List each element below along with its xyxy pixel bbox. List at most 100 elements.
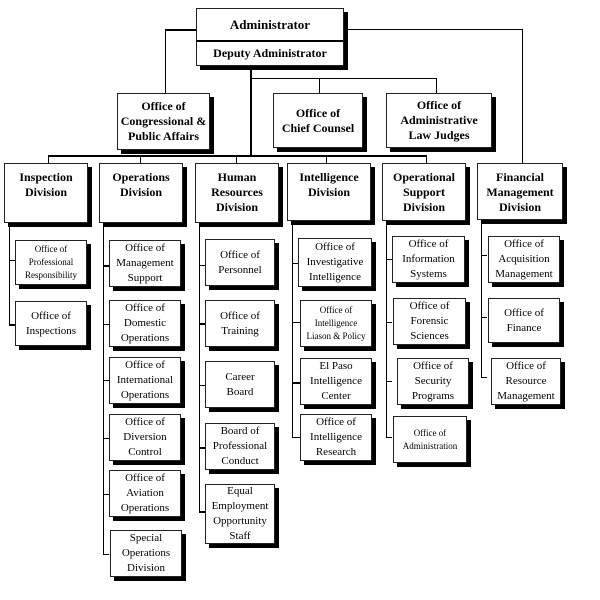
box-line: Intelligence: [309, 271, 361, 283]
office-security-programs[interactable]: Office of Security Programs: [397, 358, 469, 405]
box-line: Office of: [504, 238, 544, 250]
office-board-professional-conduct[interactable]: Board of Professional Conduct: [205, 423, 275, 470]
box-line: Control: [128, 446, 162, 458]
box-line: Operations: [120, 389, 170, 401]
box-line: Acquisition: [498, 253, 550, 265]
division-inspection[interactable]: Inspection Division: [4, 163, 88, 223]
office-inspections[interactable]: Office of Inspections: [15, 301, 87, 346]
box-line: Board of: [220, 425, 260, 437]
box-line: Security: [414, 375, 452, 387]
office-professional-responsibility[interactable]: Office of Professional Responsibility: [15, 240, 87, 285]
box-line: Financial: [495, 170, 544, 184]
office-international-operations[interactable]: Office of International Operations: [109, 357, 181, 404]
connector-line: [386, 322, 392, 323]
office-el-paso-intelligence-center[interactable]: El Paso Intelligence Center: [300, 358, 372, 405]
box-line: Equal: [227, 485, 253, 497]
box-line: Management: [116, 257, 174, 269]
office-special-operations-division[interactable]: Special Operations Division: [110, 530, 182, 577]
box-line: Support: [402, 185, 446, 199]
box-line: Conduct: [221, 455, 259, 467]
connector-line: [481, 317, 487, 318]
box-line: Operations: [120, 502, 170, 514]
office-resource-management[interactable]: Office of Resource Management: [491, 358, 561, 405]
staff-office-chief-counsel[interactable]: Office of Chief Counsel: [273, 93, 363, 148]
office-finance[interactable]: Office of Finance: [488, 298, 560, 343]
deputy-administrator-box[interactable]: Deputy Administrator: [196, 42, 344, 66]
office-career-board[interactable]: Career Board: [205, 361, 275, 408]
box-line: Office of: [220, 248, 260, 261]
box-line: Office of: [504, 306, 544, 319]
office-training[interactable]: Office of Training: [205, 300, 275, 347]
box-line: Support: [127, 272, 163, 284]
box-line: Chief Counsel: [281, 120, 355, 135]
office-investigative-intelligence[interactable]: Office of Investigative Intelligence: [298, 238, 372, 287]
box-line: Operations: [112, 170, 170, 184]
office-intelligence-research[interactable]: Office of Intelligence Research: [300, 414, 372, 461]
connector-line: [236, 155, 237, 163]
box-line: Special: [129, 532, 163, 544]
office-acquisition-management[interactable]: Office of Acquisition Management: [488, 236, 560, 283]
box-line: Office of: [413, 427, 447, 438]
office-domestic-operations[interactable]: Office of Domestic Operations: [109, 300, 181, 347]
box-line: Office of: [315, 241, 355, 253]
box-line: Operations: [120, 332, 170, 344]
box-line: Office of: [295, 105, 341, 120]
connector-line: [319, 78, 320, 93]
box-line: Forensic: [410, 315, 449, 327]
connector-line: [165, 29, 166, 93]
box-line: Office of: [125, 359, 165, 371]
office-information-systems[interactable]: Office of Information Systems: [392, 236, 465, 283]
box-line: Liason & Policy: [306, 331, 366, 341]
box-line: Operational: [393, 170, 455, 184]
office-administration[interactable]: Office of Administration: [393, 416, 467, 463]
box-line: Management: [495, 268, 553, 280]
connector-line: [326, 155, 327, 163]
box-line: Intelligence: [310, 431, 362, 443]
division-human-resources[interactable]: Human Resources Division: [195, 163, 279, 223]
office-personnel[interactable]: Office of Personnel: [205, 239, 275, 286]
office-intelligence-liason-policy[interactable]: Office of Intelligence Liason & Policy: [300, 300, 372, 347]
box-line: Finance: [506, 321, 542, 334]
staff-office-congressional-public-affairs[interactable]: Office of Congressional & Public Affairs: [117, 93, 210, 150]
office-equal-employment-opportunity-staff[interactable]: Equal Employment Opportunity Staff: [205, 484, 275, 544]
box-line: Public Affairs: [128, 129, 199, 143]
connector-line: [481, 255, 487, 256]
box-line: Responsibility: [24, 270, 77, 280]
division-operational-support[interactable]: Operational Support Division: [382, 163, 466, 221]
box-line: Division: [307, 185, 350, 199]
box-line: Office of: [125, 242, 165, 254]
box-line: Operations: [121, 547, 171, 559]
box-line: Staff: [229, 530, 251, 542]
division-financial-management[interactable]: Financial Management Division: [477, 163, 563, 220]
staff-office-administrative-law-judges[interactable]: Office of Administrative Law Judges: [386, 93, 492, 148]
box-line: Personnel: [218, 263, 262, 276]
box-line: Sciences: [410, 330, 449, 342]
box-line: Office of: [413, 360, 453, 372]
office-aviation-operations[interactable]: Office of Aviation Operations: [109, 470, 181, 517]
connector-line: [426, 155, 427, 163]
box-line: Office of: [408, 238, 449, 250]
box-line: Office of: [319, 305, 353, 315]
box-line: Division: [498, 200, 541, 214]
box-line: Center: [321, 390, 351, 402]
division-intelligence[interactable]: Intelligence Division: [287, 163, 371, 221]
connector-line: [103, 225, 104, 555]
administrator-label: Administrator: [229, 16, 311, 32]
connector-line: [292, 322, 300, 323]
box-line: International: [116, 374, 174, 386]
connector-line: [9, 225, 10, 325]
box-line: Training: [221, 324, 259, 337]
box-line: Office of: [409, 300, 450, 312]
connector-line: [481, 222, 482, 378]
office-management-support[interactable]: Office of Management Support: [109, 240, 181, 287]
connector-line: [250, 70, 252, 155]
office-diversion-control[interactable]: Office of Diversion Control: [109, 414, 181, 461]
deputy-administrator-label: Deputy Administrator: [213, 46, 327, 60]
connector-line: [252, 78, 436, 79]
box-line: Office of: [125, 416, 165, 428]
box-line: Systems: [410, 268, 447, 280]
division-operations[interactable]: Operations Division: [99, 163, 183, 223]
office-forensic-sciences[interactable]: Office of Forensic Sciences: [393, 298, 466, 345]
administrator-box[interactable]: Administrator: [196, 8, 344, 42]
box-line: Inspection: [19, 170, 73, 184]
